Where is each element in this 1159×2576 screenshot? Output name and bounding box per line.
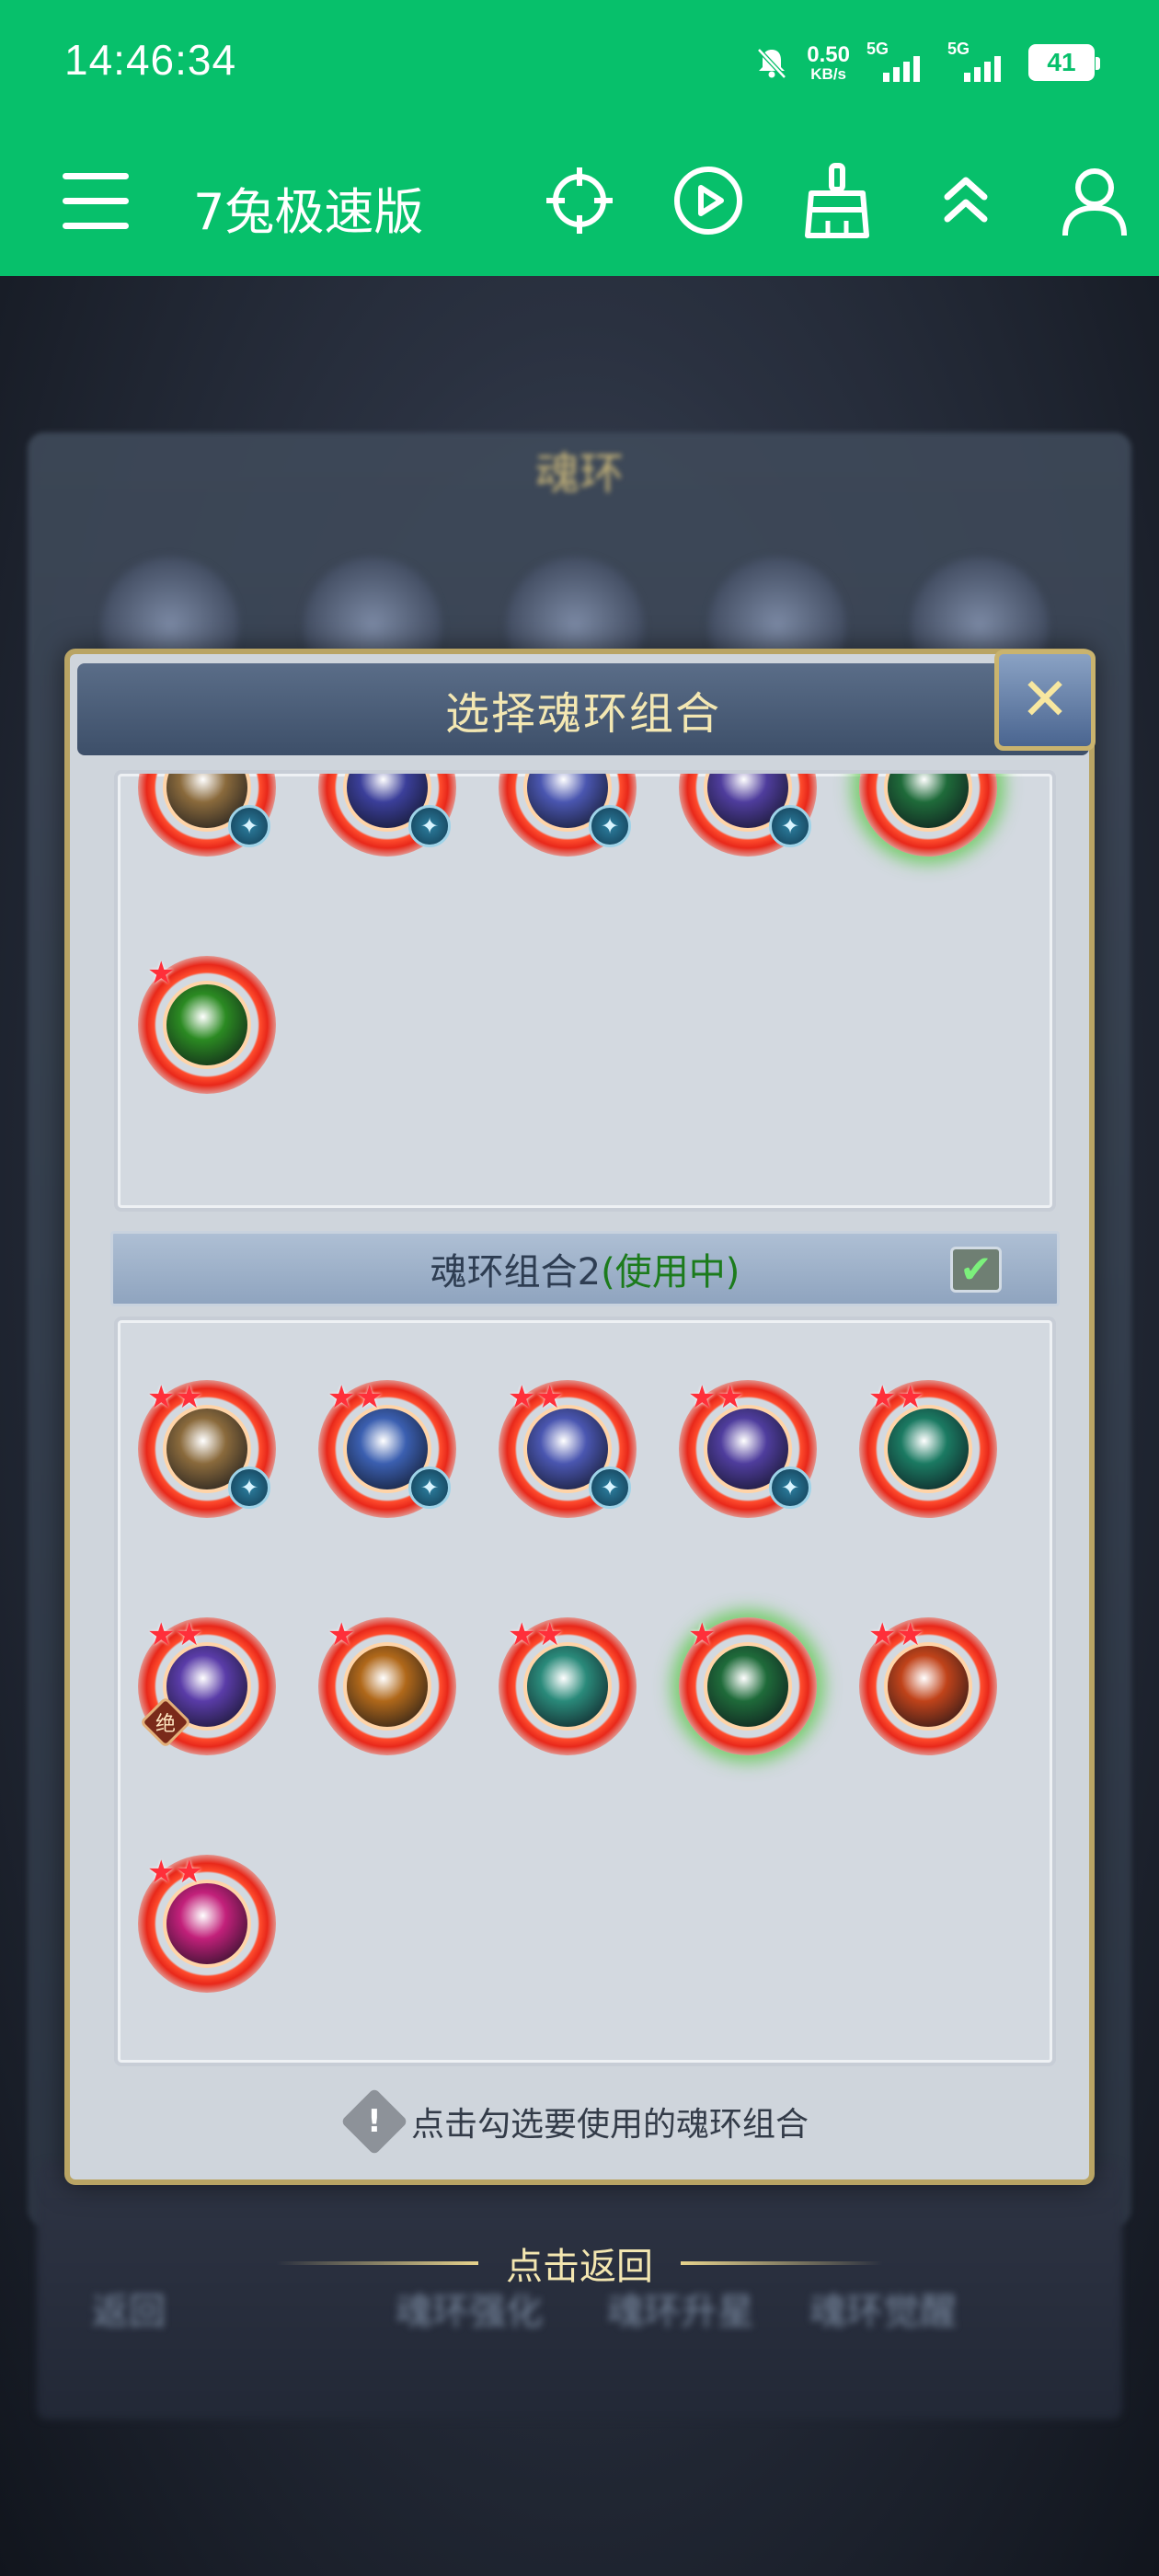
play-icon[interactable] bbox=[670, 162, 747, 239]
soul-ring-group-1[interactable]: ✦ ✦ ✦ ✦ ★ bbox=[114, 770, 1056, 1212]
skill-badge-icon: ✦ bbox=[769, 1466, 811, 1509]
soul-ring[interactable]: ★★ bbox=[859, 1380, 997, 1518]
net-speed: 0.50 KB/s bbox=[807, 41, 850, 83]
skill-badge-icon: ✦ bbox=[408, 1466, 451, 1509]
soul-ring-icon bbox=[343, 1642, 431, 1731]
status-time: 14:46:34 bbox=[64, 36, 237, 84]
app-title: 7兔极速版 bbox=[193, 183, 424, 241]
warning-icon: ! bbox=[340, 2087, 408, 2156]
soul-ring-icon bbox=[884, 774, 972, 832]
soul-ring[interactable]: ★★ bbox=[499, 1617, 637, 1755]
tap-to-return[interactable]: 点击返回 bbox=[0, 2236, 1159, 2291]
group-2-status: (使用中) bbox=[601, 1251, 740, 1294]
net-speed-value: 0.50 bbox=[807, 41, 850, 67]
hint-row: ! 点击勾选要使用的魂环组合 bbox=[70, 2085, 1089, 2158]
status-icons: 0.50 KB/s 5G 5G 41 bbox=[753, 35, 1100, 90]
app-bar: 7兔极速版 bbox=[0, 147, 1159, 258]
soul-ring[interactable]: ★★ bbox=[859, 1617, 997, 1755]
hint-text: 点击勾选要使用的魂环组合 bbox=[410, 2106, 809, 2144]
battery-icon: 41 bbox=[1028, 44, 1100, 81]
group-2-checkbox[interactable]: ✔ bbox=[950, 1247, 1002, 1293]
star-rating-icon: ★★ bbox=[508, 1379, 564, 1416]
dialog-title: 选择魂环组合 bbox=[444, 688, 721, 740]
soul-ring[interactable]: ★ bbox=[679, 1617, 817, 1755]
user-icon[interactable] bbox=[1056, 162, 1133, 239]
star-rating-icon: ★★ bbox=[147, 1854, 203, 1891]
skill-badge-icon: ✦ bbox=[769, 805, 811, 847]
soul-ring[interactable] bbox=[859, 774, 997, 857]
skill-badge-icon: ✦ bbox=[589, 1466, 631, 1509]
double-chevron-up-icon[interactable] bbox=[927, 162, 1004, 239]
signal-sim1-icon: 5G bbox=[866, 40, 931, 86]
soul-ring[interactable]: ★★ 绝 bbox=[138, 1617, 276, 1755]
net-speed-unit: KB/s bbox=[810, 64, 846, 83]
soul-ring[interactable]: ✦ bbox=[318, 774, 456, 857]
crosshair-icon[interactable] bbox=[541, 162, 618, 239]
mute-bell-icon bbox=[757, 48, 787, 79]
soul-ring[interactable]: ★ bbox=[138, 956, 276, 1094]
soul-ring[interactable]: ★ bbox=[318, 1617, 456, 1755]
dialog-header: 选择魂环组合 bbox=[77, 663, 1089, 755]
star-rating-icon: ★★ bbox=[147, 1616, 203, 1653]
skill-badge-icon: ✦ bbox=[228, 1466, 270, 1509]
star-rating-icon: ★★ bbox=[147, 1379, 203, 1416]
soul-ring[interactable]: ★★ ✦ bbox=[318, 1380, 456, 1518]
soul-ring-icon bbox=[523, 1642, 612, 1731]
star-rating-icon: ★★ bbox=[508, 1616, 564, 1653]
ornament-line-right bbox=[681, 2261, 883, 2265]
star-rating-icon: ★★ bbox=[327, 1379, 384, 1416]
star-rating-icon: ★ bbox=[688, 1616, 717, 1653]
signal-sim2-icon: 5G bbox=[947, 40, 1012, 86]
tap-to-return-text: 点击返回 bbox=[506, 2246, 653, 2288]
skill-badge-icon: ✦ bbox=[589, 805, 631, 847]
soul-ring-icon bbox=[884, 1405, 972, 1493]
close-icon: ✕ bbox=[1020, 666, 1070, 734]
broom-icon[interactable] bbox=[798, 162, 876, 239]
top-bar: 14:46:34 0.50 KB/s 5G 5G 41 7兔极速版 bbox=[0, 0, 1159, 276]
group-2-header[interactable]: 魂环组合2 (使用中) ✔ bbox=[110, 1231, 1060, 1306]
star-rating-icon: ★ bbox=[327, 1616, 356, 1653]
soul-ring[interactable]: ✦ bbox=[138, 774, 276, 857]
menu-icon[interactable] bbox=[63, 173, 129, 229]
soul-ring-group-2[interactable]: ★★ ✦ ★★ ✦ ★★ ✦ ★★ ✦ ★★ ★★ 绝 ★ ★★ ★ ★★ ★★ bbox=[114, 1317, 1056, 2066]
soul-ring-icon bbox=[163, 1880, 251, 1968]
ornament-line-left bbox=[276, 2261, 478, 2265]
soul-ring[interactable]: ★★ ✦ bbox=[679, 1380, 817, 1518]
soul-ring[interactable]: ★★ ✦ bbox=[138, 1380, 276, 1518]
checkmark-icon: ✔ bbox=[959, 1247, 993, 1292]
soul-ring[interactable]: ✦ bbox=[679, 774, 817, 857]
group-2-title: 魂环组合2 bbox=[430, 1251, 602, 1294]
close-button[interactable]: ✕ bbox=[994, 650, 1096, 751]
soul-ring-icon bbox=[163, 981, 251, 1069]
star-rating-icon: ★ bbox=[147, 955, 176, 992]
soul-ring[interactable]: ✦ bbox=[499, 774, 637, 857]
soul-ring-icon bbox=[704, 1642, 792, 1731]
star-rating-icon: ★★ bbox=[868, 1379, 924, 1416]
select-soul-ring-combo-dialog: 选择魂环组合 ✕ ✦ ✦ ✦ ✦ ★ 魂环组合2 (使用中) ✔ ★★ ✦ ★★ ✦ ★★ ✦ ★★… bbox=[64, 649, 1096, 2185]
soul-ring[interactable]: ★★ bbox=[138, 1855, 276, 1993]
star-rating-icon: ★★ bbox=[868, 1616, 924, 1653]
background-bottom-bar bbox=[37, 2162, 1122, 2420]
star-rating-icon: ★★ bbox=[688, 1379, 744, 1416]
soul-ring[interactable]: ★★ ✦ bbox=[499, 1380, 637, 1518]
soul-ring-icon bbox=[884, 1642, 972, 1731]
background-panel-title: 魂环 bbox=[534, 448, 624, 500]
skill-badge-icon: ✦ bbox=[228, 805, 270, 847]
skill-badge-icon: ✦ bbox=[408, 805, 451, 847]
